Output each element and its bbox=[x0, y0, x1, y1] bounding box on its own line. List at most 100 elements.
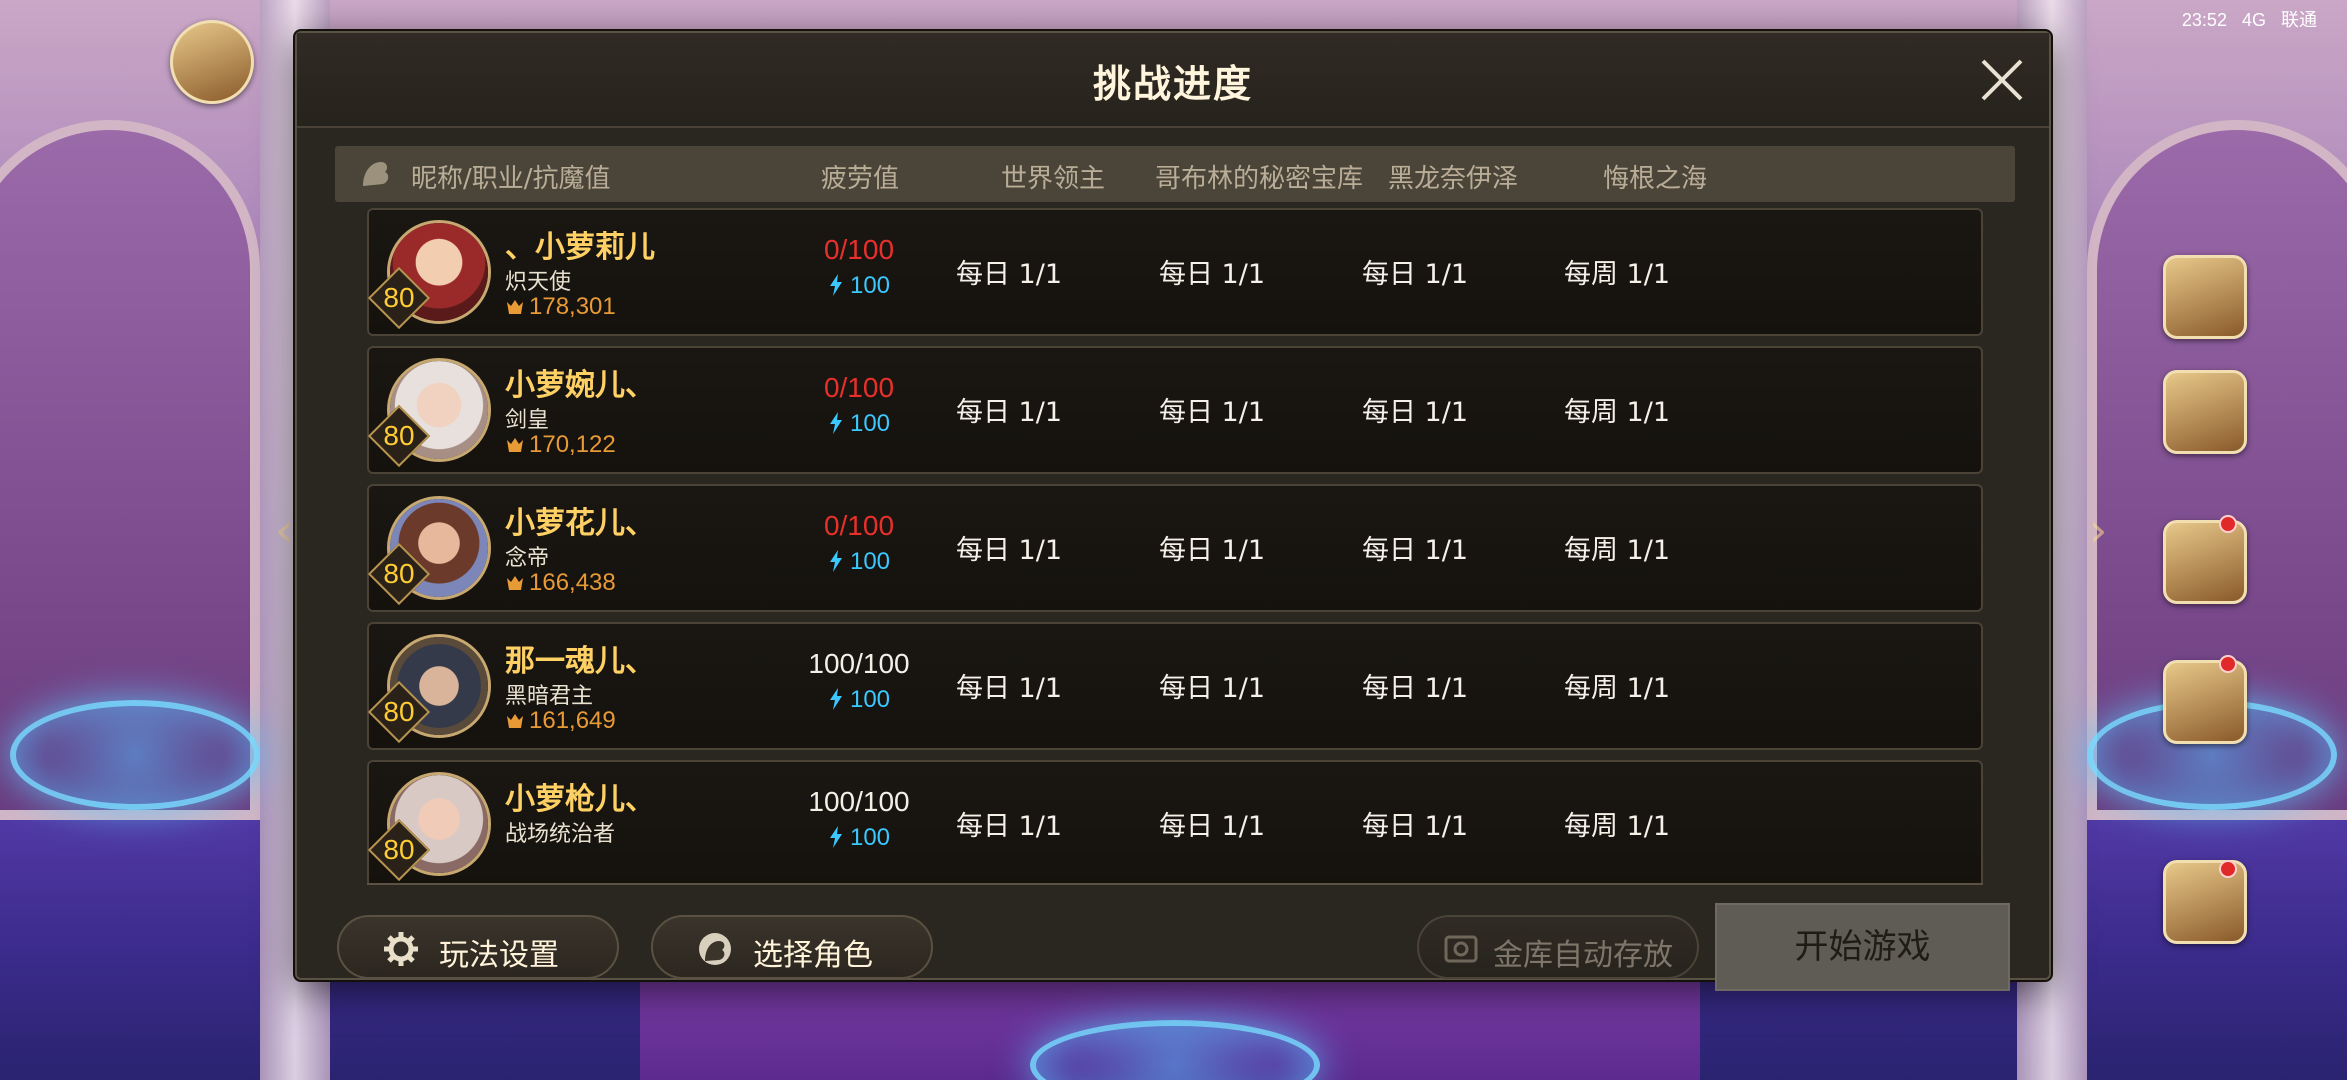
energy-value: 100 bbox=[849, 686, 891, 713]
table-row[interactable]: 80 、小萝莉儿 炽天使 178,301 0/100 100 每日 1/1 每日… bbox=[367, 208, 1983, 336]
level: 80 bbox=[383, 696, 415, 727]
event-board-icon[interactable] bbox=[2163, 660, 2247, 744]
fatigue-value: 100/100 bbox=[808, 786, 910, 817]
anti-magic-icon bbox=[507, 714, 523, 728]
regret-sea-progress: 每周 1/1 bbox=[1563, 259, 1671, 290]
lightning-icon bbox=[829, 274, 842, 296]
start-game-button[interactable]: 开始游戏 bbox=[1715, 903, 2010, 991]
header-goblin-vault: 哥布林的秘密宝库 bbox=[1155, 164, 1364, 194]
character-head-icon bbox=[363, 162, 389, 186]
dialog-title: 挑战进度 bbox=[1092, 62, 1253, 106]
header-world-boss: 世界领主 bbox=[1001, 164, 1106, 194]
gameplay-settings-button[interactable]: 玩法设置 bbox=[337, 915, 619, 979]
character-name: 小萝婉儿、 bbox=[505, 368, 655, 403]
fatigue-value: 0/100 bbox=[823, 372, 895, 403]
close-button[interactable] bbox=[1973, 51, 2031, 109]
select-character-label: 选择角色 bbox=[753, 938, 873, 973]
anti-magic-icon bbox=[507, 576, 523, 590]
notification-dot-icon bbox=[2219, 515, 2237, 533]
goblin-vault-progress: 每日 1/1 bbox=[1158, 811, 1266, 842]
character-job: 念帝 bbox=[505, 546, 550, 571]
auto-store-vault-label: 金库自动存放 bbox=[1493, 938, 1673, 973]
lightning-icon bbox=[829, 688, 842, 710]
anti-magic-value: 178,301 bbox=[529, 293, 616, 320]
player-avatar-icon[interactable] bbox=[170, 20, 254, 104]
gameplay-settings-label: 玩法设置 bbox=[439, 938, 559, 973]
select-character-button[interactable]: 选择角色 bbox=[651, 915, 933, 979]
next-page-icon[interactable]: › bbox=[2089, 505, 2125, 555]
regret-sea-progress: 每周 1/1 bbox=[1563, 535, 1671, 566]
list-divider bbox=[367, 883, 1983, 885]
anti-magic-icon bbox=[507, 300, 523, 314]
fatigue-value: 0/100 bbox=[823, 234, 895, 265]
character-name: 、小萝莉儿 bbox=[505, 230, 655, 265]
notification-dot-icon bbox=[2219, 655, 2237, 673]
goblin-vault-progress: 每日 1/1 bbox=[1158, 397, 1266, 428]
header-black-dragon: 黑龙奈伊泽 bbox=[1388, 164, 1519, 194]
regret-sea-progress: 每周 1/1 bbox=[1563, 811, 1671, 842]
goblin-vault-progress: 每日 1/1 bbox=[1158, 673, 1266, 704]
lightning-icon bbox=[829, 826, 842, 848]
challenge-progress-dialog: 挑战进度 昵称/职业/抗魔值 疲劳值 世界领主 哥布林的秘密宝库 黑龙奈伊泽 悔… bbox=[295, 31, 2051, 991]
portal-ring-left bbox=[10, 700, 260, 810]
energy-value: 100 bbox=[849, 548, 891, 575]
chest-icon[interactable] bbox=[2163, 255, 2247, 339]
energy-value: 100 bbox=[849, 824, 891, 851]
black-dragon-progress: 每日 1/1 bbox=[1361, 673, 1469, 704]
status-network: 4G bbox=[2241, 10, 2266, 30]
status-time: 23:52 bbox=[2181, 10, 2227, 30]
level: 80 bbox=[383, 282, 415, 313]
table-row[interactable]: 80 小萝婉儿、 剑皇 170,122 0/100 100 每日 1/1 每日 … bbox=[367, 346, 1983, 474]
arena-icon[interactable] bbox=[2163, 370, 2247, 454]
header-fatigue: 疲劳值 bbox=[821, 164, 900, 194]
header-name: 昵称/职业/抗魔值 bbox=[411, 164, 611, 194]
level: 80 bbox=[383, 420, 415, 451]
level: 80 bbox=[383, 834, 415, 865]
energy: 100 bbox=[769, 548, 949, 576]
character-job: 炽天使 bbox=[505, 270, 572, 295]
anti-magic-value: 170,122 bbox=[529, 431, 616, 458]
fatigue-value: 0/100 bbox=[823, 510, 895, 541]
fatigue-value: 100/100 bbox=[808, 648, 910, 679]
lightning-icon bbox=[829, 550, 842, 572]
close-icon bbox=[1981, 59, 2023, 101]
header-regret-sea: 悔根之海 bbox=[1603, 164, 1708, 194]
world-boss-progress: 每日 1/1 bbox=[955, 811, 1063, 842]
auto-store-vault-button[interactable]: 金库自动存放 bbox=[1417, 915, 1699, 979]
energy: 100 bbox=[769, 686, 949, 714]
goblin-vault-progress: 每日 1/1 bbox=[1158, 535, 1266, 566]
black-dragon-progress: 每日 1/1 bbox=[1361, 259, 1469, 290]
character-name: 小萝枪儿、 bbox=[505, 782, 655, 817]
character-job: 黑暗君主 bbox=[505, 684, 594, 709]
black-dragon-progress: 每日 1/1 bbox=[1361, 811, 1469, 842]
energy: 100 bbox=[769, 272, 949, 300]
regret-sea-progress: 每周 1/1 bbox=[1563, 673, 1671, 704]
anti-magic-value: 166,438 bbox=[529, 569, 616, 596]
level: 80 bbox=[383, 558, 415, 589]
world-boss-progress: 每日 1/1 bbox=[955, 259, 1063, 290]
energy-value: 100 bbox=[849, 410, 891, 437]
character-select-icon bbox=[699, 933, 731, 965]
status-carrier: 联通 bbox=[2281, 10, 2317, 30]
table-row[interactable]: 80 小萝花儿、 念帝 166,438 0/100 100 每日 1/1 每日 … bbox=[367, 484, 1983, 612]
world-boss-progress: 每日 1/1 bbox=[955, 397, 1063, 428]
gear-icon bbox=[384, 932, 418, 966]
energy-value: 100 bbox=[849, 272, 891, 299]
anti-magic-value: 161,649 bbox=[529, 707, 616, 734]
regret-sea-progress: 每周 1/1 bbox=[1563, 397, 1671, 428]
character-name: 那一魂儿、 bbox=[505, 644, 655, 679]
black-dragon-progress: 每日 1/1 bbox=[1361, 535, 1469, 566]
world-boss-progress: 每日 1/1 bbox=[955, 673, 1063, 704]
status-bar: 23:52 4G 联通 bbox=[2182, 6, 2317, 32]
guild-icon[interactable] bbox=[2163, 520, 2247, 604]
notification-dot-icon bbox=[2219, 860, 2237, 878]
character-list[interactable]: 80 、小萝莉儿 炽天使 178,301 0/100 100 每日 1/1 每日… bbox=[367, 208, 1983, 883]
table-row[interactable]: 80 那一魂儿、 黑暗君主 161,649 100/100 100 每日 1/1… bbox=[367, 622, 1983, 750]
vault-icon bbox=[1444, 935, 1478, 963]
dialog-title-bar: 挑战进度 bbox=[297, 33, 2049, 128]
black-dragon-progress: 每日 1/1 bbox=[1361, 397, 1469, 428]
goblin-vault-progress: 每日 1/1 bbox=[1158, 259, 1266, 290]
character-job: 战场统治者 bbox=[505, 822, 616, 847]
table-row[interactable]: 80 小萝枪儿、 战场统治者 100/100 100 每日 1/1 每日 1/1… bbox=[367, 760, 1983, 883]
energy: 100 bbox=[769, 410, 949, 438]
